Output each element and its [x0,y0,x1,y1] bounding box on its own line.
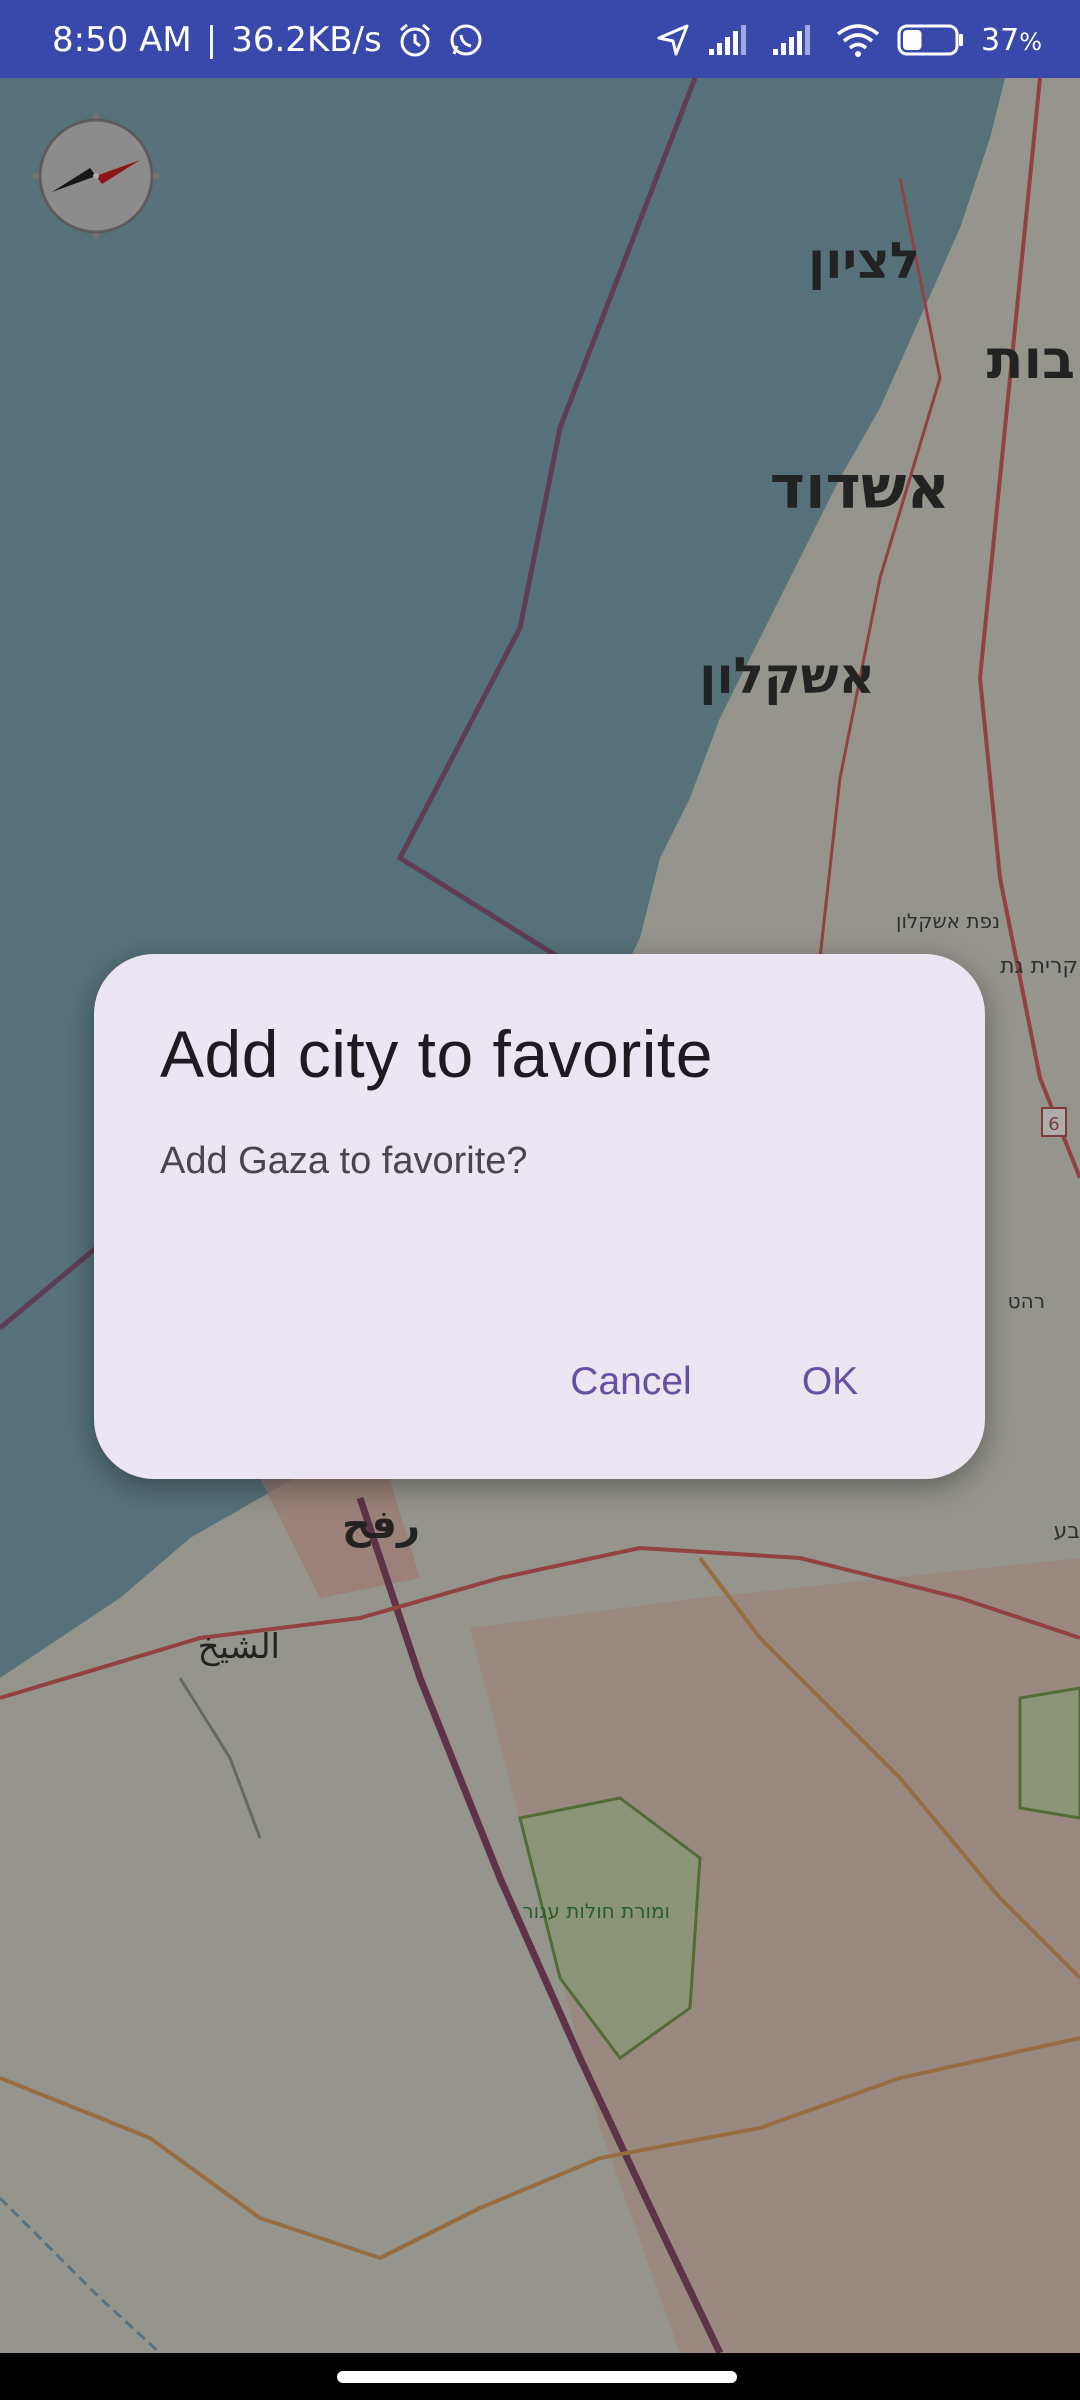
status-time: 8:50 AM [52,20,192,60]
signal-icon [771,23,819,57]
status-separator: | [205,20,218,60]
network-speed: 36.2KB/s [231,20,382,60]
cancel-button[interactable]: Cancel [546,1346,716,1418]
whatsapp-icon [448,22,484,58]
favorite-dialog: Add city to favorite Add Gaza to favorit… [94,954,985,1479]
signal-icon [707,23,755,57]
dialog-message: Add Gaza to favorite? [160,1140,528,1182]
location-icon [655,22,691,58]
dialog-title: Add city to favorite [160,1017,713,1091]
status-left: 8:50 AM | 36.2KB/s [52,18,484,62]
wifi-icon [835,22,881,58]
battery-icon [897,23,965,57]
status-right: 37% [655,18,1042,62]
navigation-bar [0,2353,1080,2400]
status-bar: 8:50 AM | 36.2KB/s 37% [0,0,1080,78]
ok-button[interactable]: OK [778,1346,882,1418]
home-gesture-handle[interactable] [337,2371,737,2383]
battery-percent: 37% [981,22,1042,58]
alarm-icon [396,21,434,59]
